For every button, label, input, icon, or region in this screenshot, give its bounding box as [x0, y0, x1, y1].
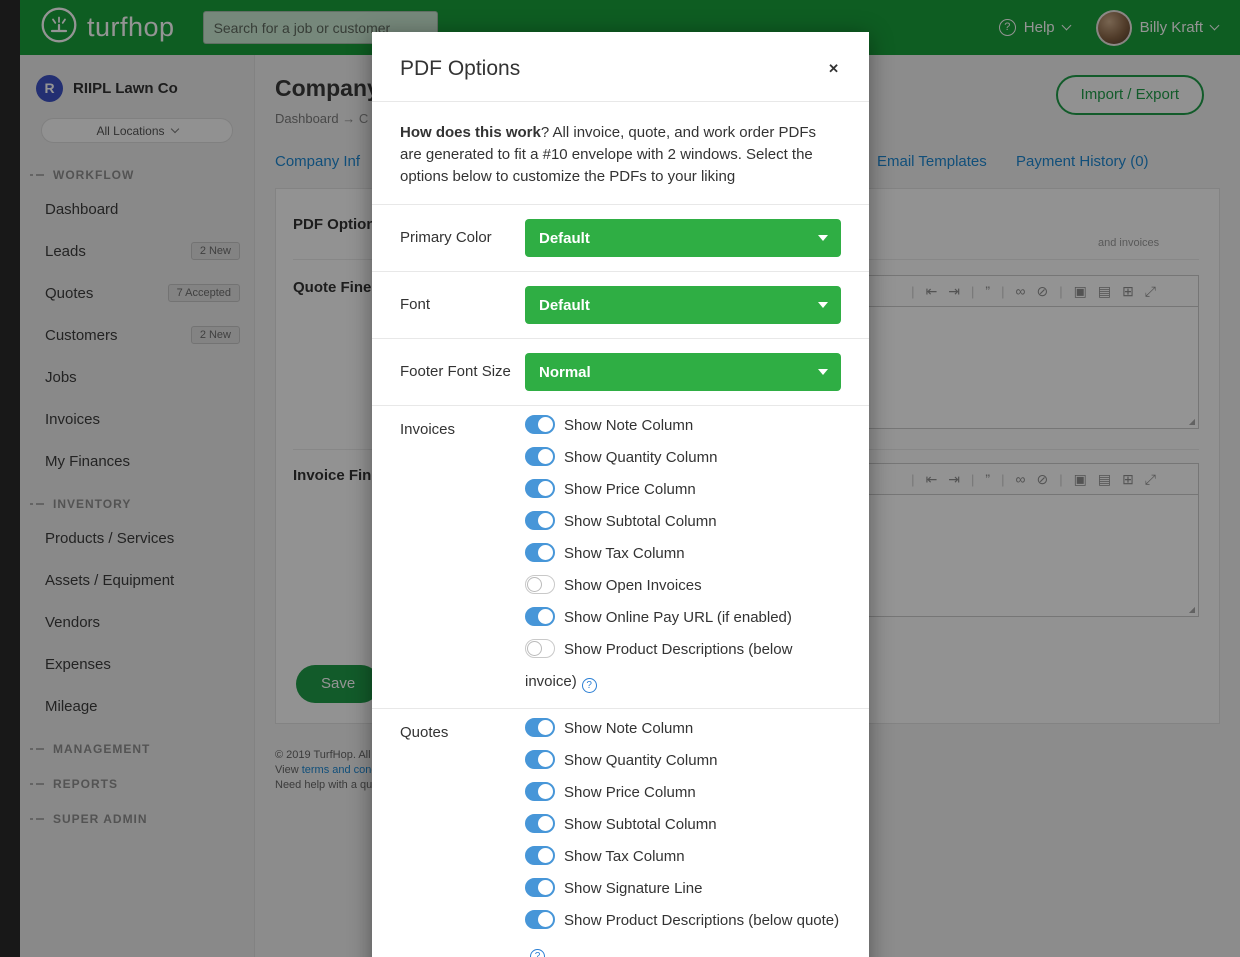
quotes-toggle-show-product-descriptions-below-quote: Show Product Descriptions (below quote)?: [525, 905, 841, 957]
invoices-toggle-show-note-column: Show Note Column: [525, 410, 841, 442]
toggle-knob: [538, 816, 553, 831]
toggle-label: Show Price Column: [564, 784, 696, 801]
invoices-toggle-show-subtotal-column: Show Subtotal Column: [525, 506, 841, 538]
invoices-toggle-show-online-pay-url-if-enabled: Show Online Pay URL (if enabled): [525, 602, 841, 634]
select-value: Default: [539, 297, 590, 314]
select-value: Default: [539, 230, 590, 247]
toggle-switch[interactable]: [525, 814, 555, 833]
toggle-knob: [538, 880, 553, 895]
close-icon[interactable]: ✕: [824, 57, 843, 81]
font-row: Font Default: [372, 271, 869, 338]
modal-intro: How does this work? All invoice, quote, …: [372, 101, 869, 204]
toggle-knob: [527, 577, 542, 592]
footer-font-size-label: Footer Font Size: [400, 353, 525, 391]
quotes-label: Quotes: [400, 713, 525, 957]
toggle-label: Show Note Column: [564, 417, 693, 434]
chevron-down-icon: [818, 302, 828, 308]
toggle-switch[interactable]: [525, 846, 555, 865]
toggle-label: Show Open Invoices: [564, 577, 702, 594]
toggle-knob: [538, 752, 553, 767]
quotes-toggle-list: Show Note Column Show Quantity Column Show…: [525, 713, 841, 957]
primary-color-row: Primary Color Default: [372, 204, 869, 271]
toggle-switch[interactable]: [525, 479, 555, 498]
select-value: Normal: [539, 364, 591, 381]
help-icon[interactable]: ?: [582, 678, 597, 693]
invoices-label: Invoices: [400, 410, 525, 698]
toggle-switch[interactable]: [525, 607, 555, 626]
toggle-switch[interactable]: [525, 543, 555, 562]
toggle-label: Show Product Descriptions (below quote): [564, 912, 839, 929]
toggle-label: Show Subtotal Column: [564, 513, 717, 530]
toggle-knob: [538, 449, 553, 464]
invoices-toggle-show-tax-column: Show Tax Column: [525, 538, 841, 570]
intro-bold: How does this work: [400, 124, 541, 141]
toggle-label: Show Price Column: [564, 481, 696, 498]
footer-font-size-row: Footer Font Size Normal: [372, 338, 869, 405]
toggle-switch[interactable]: [525, 910, 555, 929]
toggle-label: Show Tax Column: [564, 545, 685, 562]
footer-font-size-select[interactable]: Normal: [525, 353, 841, 391]
quotes-toggle-show-subtotal-column: Show Subtotal Column: [525, 809, 841, 841]
quotes-toggle-show-quantity-column: Show Quantity Column: [525, 745, 841, 777]
quotes-toggle-show-tax-column: Show Tax Column: [525, 841, 841, 873]
toggle-knob: [538, 481, 553, 496]
primary-color-select[interactable]: Default: [525, 219, 841, 257]
chevron-down-icon: [818, 235, 828, 241]
font-select[interactable]: Default: [525, 286, 841, 324]
toggle-switch[interactable]: [525, 639, 555, 658]
toggle-switch[interactable]: [525, 878, 555, 897]
toggle-label: Show Quantity Column: [564, 752, 717, 769]
invoices-toggle-show-price-column: Show Price Column: [525, 474, 841, 506]
help-icon[interactable]: ?: [530, 949, 545, 957]
invoices-options-row: Invoices Show Note Column Show Quantity C…: [372, 405, 869, 708]
pdf-options-modal: PDF Options ✕ How does this work? All in…: [372, 32, 869, 957]
toggle-knob: [538, 609, 553, 624]
toggle-knob: [538, 417, 553, 432]
invoices-toggle-show-open-invoices: Show Open Invoices: [525, 570, 841, 602]
toggle-switch[interactable]: [525, 575, 555, 594]
invoices-toggle-show-product-descriptions-below-invoice: Show Product Descriptions (below invoice…: [525, 634, 841, 698]
quotes-options-row: Quotes Show Note Column Show Quantity Col…: [372, 708, 869, 957]
toggle-label: Show Note Column: [564, 720, 693, 737]
toggle-knob: [538, 545, 553, 560]
toggle-switch[interactable]: [525, 511, 555, 530]
toggle-label: Show Tax Column: [564, 848, 685, 865]
primary-color-label: Primary Color: [400, 219, 525, 257]
toggle-switch[interactable]: [525, 718, 555, 737]
invoices-toggle-list: Show Note Column Show Quantity Column Show…: [525, 410, 841, 698]
modal-header: PDF Options ✕: [372, 32, 869, 101]
screen: turfhop ? Help Billy Kraft R: [0, 0, 1240, 957]
toggle-knob: [538, 720, 553, 735]
toggle-knob: [527, 641, 542, 656]
invoices-toggle-show-quantity-column: Show Quantity Column: [525, 442, 841, 474]
toggle-label: Show Quantity Column: [564, 449, 717, 466]
toggle-knob: [538, 912, 553, 927]
toggle-knob: [538, 848, 553, 863]
toggle-switch[interactable]: [525, 415, 555, 434]
toggle-label: Show Online Pay URL (if enabled): [564, 609, 792, 626]
toggle-label: Show Subtotal Column: [564, 816, 717, 833]
toggle-switch[interactable]: [525, 750, 555, 769]
toggle-label: Show Product Descriptions (below invoice…: [525, 641, 792, 690]
quotes-toggle-show-signature-line: Show Signature Line: [525, 873, 841, 905]
quotes-toggle-show-price-column: Show Price Column: [525, 777, 841, 809]
toggle-knob: [538, 513, 553, 528]
quotes-toggle-show-note-column: Show Note Column: [525, 713, 841, 745]
toggle-switch[interactable]: [525, 782, 555, 801]
toggle-knob: [538, 784, 553, 799]
toggle-switch[interactable]: [525, 447, 555, 466]
font-label: Font: [400, 286, 525, 324]
chevron-down-icon: [818, 369, 828, 375]
modal-title: PDF Options: [400, 57, 520, 81]
toggle-label: Show Signature Line: [564, 880, 702, 897]
